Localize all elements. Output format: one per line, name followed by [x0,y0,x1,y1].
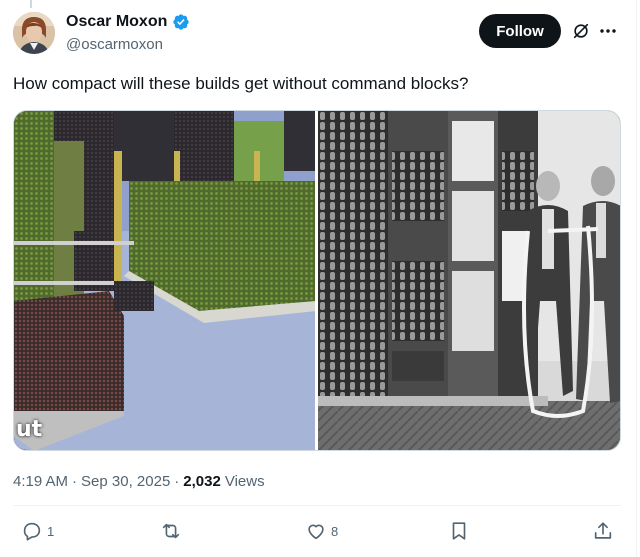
tweet-text: How compact will these builds get withou… [13,74,469,93]
author-handle[interactable]: @oscarmoxon [66,36,163,53]
grok-icon[interactable] [572,22,590,40]
reply-count: 1 [47,523,55,539]
thread-connector-line [30,0,32,8]
column-border [636,0,637,557]
tweet-media[interactable]: ut [13,110,621,451]
views-count: 2,032 [183,473,221,490]
like-count: 8 [331,523,339,539]
tweet-meta: 4:19 AM · Sep 30, 2025 · 2,032 Views [13,473,265,490]
reply-icon [23,522,41,541]
avatar-image [13,12,55,54]
media-left-caption: ut [16,417,43,442]
retweet-icon [162,523,180,539]
like-button[interactable]: 8 [305,520,338,542]
author-name-row[interactable]: Oscar Moxon [66,13,190,31]
bookmark-button[interactable] [448,520,470,542]
divider [13,505,621,506]
verified-badge-icon [172,13,190,31]
meta-separator: · [72,473,78,490]
bookmark-icon [452,522,466,540]
tweet-date[interactable]: Sep 30, 2025 [81,473,170,490]
follow-button[interactable]: Follow [479,14,561,48]
meta-separator: · [174,473,180,490]
media-left-minecraft-image[interactable]: ut [14,111,315,450]
more-options-icon[interactable] [598,24,618,38]
share-icon [594,522,612,539]
media-right-computer-photo[interactable] [317,111,620,450]
tweet-actions-bar: 1 8 [0,520,640,550]
retweet-button[interactable] [160,520,186,542]
reply-button[interactable]: 1 [21,520,54,542]
heart-icon [308,524,324,540]
share-button[interactable] [592,520,614,542]
views-label: Views [224,473,265,490]
tweet-time[interactable]: 4:19 AM [13,473,68,490]
avatar[interactable] [13,12,55,54]
author-display-name[interactable]: Oscar Moxon [66,13,167,31]
